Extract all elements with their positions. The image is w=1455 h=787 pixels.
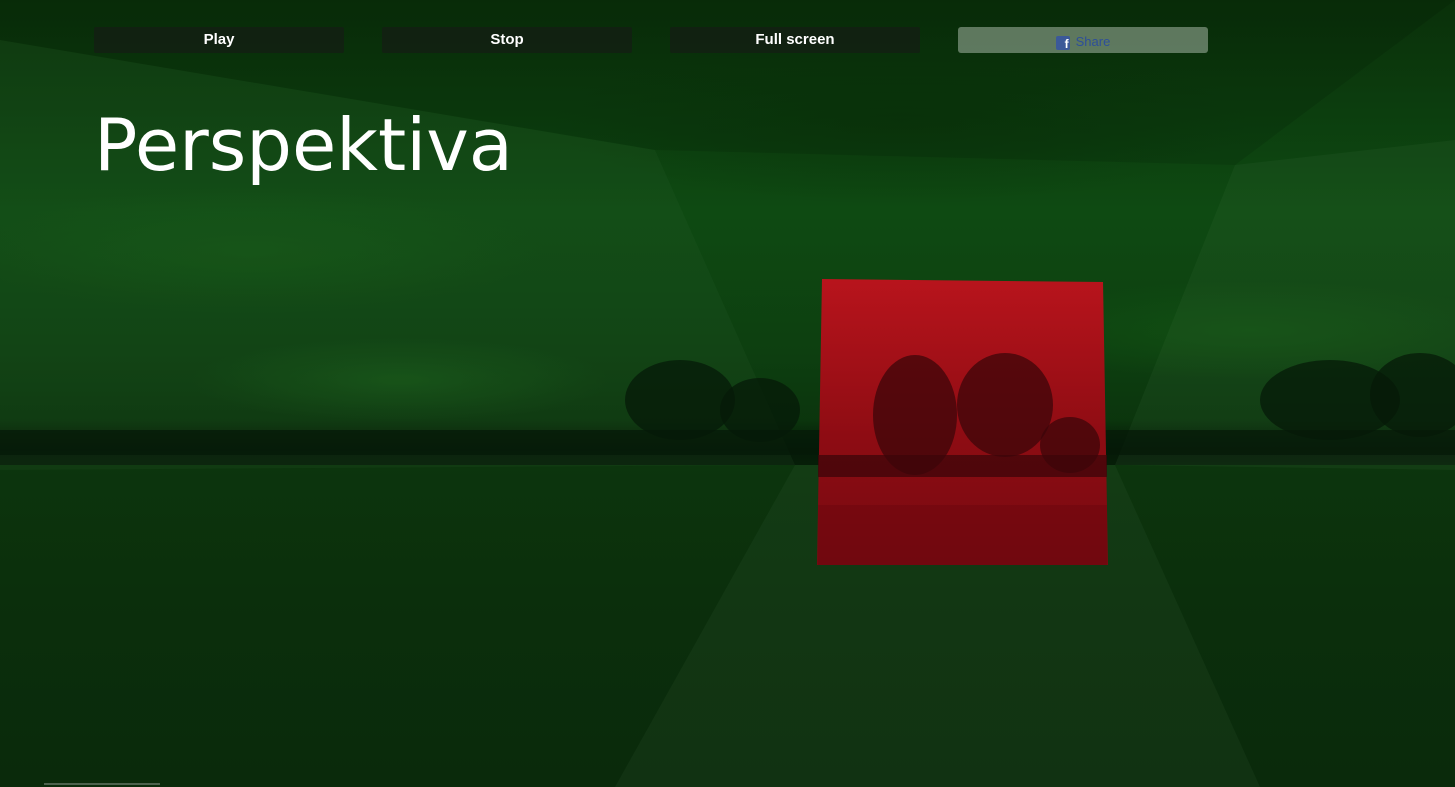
facebook-icon: f [1055, 36, 1070, 51]
bottom-divider [44, 783, 160, 785]
stop-button[interactable]: Stop [382, 27, 632, 53]
play-button[interactable]: Play [94, 27, 344, 53]
fullscreen-button[interactable]: Full screen [670, 27, 920, 53]
perspective-stage: Play Stop Full screen f Share Perspektiva [0, 0, 1455, 787]
page-title: Perspektiva [94, 103, 513, 187]
facebook-share-button[interactable]: f Share [958, 27, 1208, 53]
red-panel-ground [818, 505, 1107, 565]
share-label: Share [1075, 34, 1111, 49]
